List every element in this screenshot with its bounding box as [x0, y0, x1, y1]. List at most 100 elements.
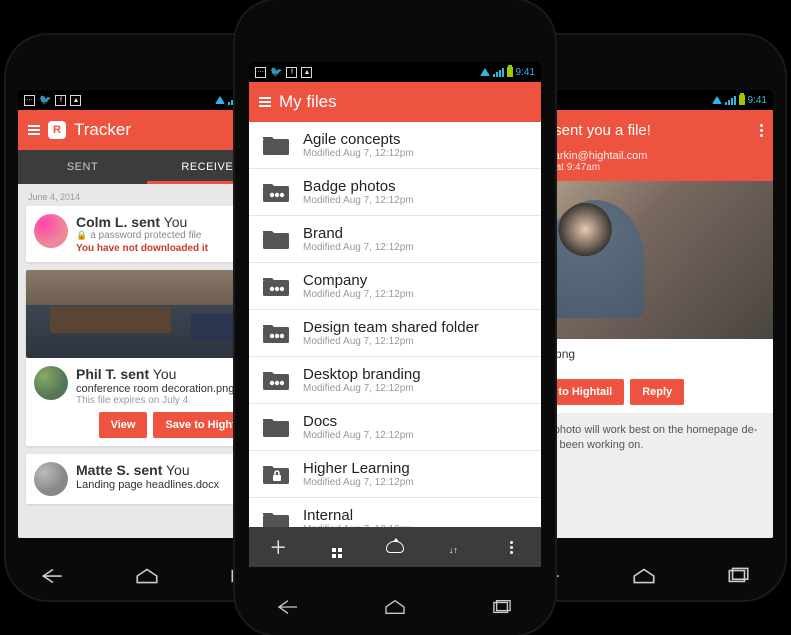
folder-modified: Modified Aug 7, 12:12pm — [303, 383, 421, 394]
card-expiry: This file expires on July 4 — [76, 395, 260, 406]
image-notif-icon: ▲ — [301, 67, 312, 78]
app-logo-icon: R — [48, 121, 66, 139]
status-time: 9:41 — [516, 67, 535, 78]
image-notif-icon: ▲ — [70, 95, 81, 106]
folder-item[interactable]: InternalModified Aug 7, 12:12pm — [249, 498, 541, 527]
tracker-card[interactable]: Matte S. sent You Landing page headlines… — [26, 454, 268, 504]
home-icon[interactable] — [134, 567, 160, 590]
folder-name: Docs — [303, 413, 414, 430]
folder-icon — [261, 321, 291, 345]
folder-item[interactable]: Higher LearningModified Aug 7, 12:12pm — [249, 451, 541, 498]
android-nav — [235, 598, 555, 621]
notification-icon: ⋯ — [24, 95, 35, 106]
folder-icon — [261, 509, 291, 527]
folder-item[interactable]: BrandModified Aug 7, 12:12pm — [249, 216, 541, 263]
folder-name: Company — [303, 272, 414, 289]
phone-files: ⋯ 🐦 f ▲ 9:41 My files Agile conceptsModi… — [235, 0, 555, 635]
twitter-icon: 🐦 — [39, 95, 51, 106]
wifi-icon — [712, 96, 722, 104]
tracker-card[interactable]: Colm L. sent You 🔒a password protected f… — [26, 206, 268, 262]
folder-item[interactable]: DocsModified Aug 7, 12:12pm — [249, 404, 541, 451]
folder-modified: Modified Aug 7, 12:12pm — [303, 477, 414, 488]
lock-icon: 🔒 — [76, 230, 87, 241]
menu-icon[interactable] — [259, 97, 271, 107]
menu-icon[interactable] — [28, 125, 40, 135]
folder-modified: Modified Aug 7, 12:12pm — [303, 148, 414, 159]
avatar — [34, 366, 68, 400]
file-thumbnail — [26, 270, 268, 358]
screen-files: ⋯ 🐦 f ▲ 9:41 My files Agile conceptsModi… — [249, 62, 541, 567]
recents-icon[interactable] — [725, 567, 751, 590]
folder-icon — [261, 368, 291, 392]
more-button[interactable] — [483, 541, 541, 554]
folder-modified: Modified Aug 7, 12:12pm — [303, 430, 414, 441]
folder-modified: Modified Aug 7, 12:12pm — [303, 289, 414, 300]
folder-name: Internal — [303, 507, 414, 524]
folder-item[interactable]: Badge photosModified Aug 7, 12:12pm — [249, 169, 541, 216]
folder-name: Agile concepts — [303, 131, 414, 148]
folder-icon — [261, 415, 291, 439]
folder-icon — [261, 274, 291, 298]
recents-icon[interactable] — [489, 598, 515, 621]
tracker-card[interactable]: Phil T. sent You conference room decorat… — [26, 270, 268, 446]
view-button[interactable]: View — [99, 412, 148, 438]
folder-name: Higher Learning — [303, 460, 414, 477]
folder-icon — [261, 462, 291, 486]
card-title: Phil T. sent You — [76, 366, 260, 382]
wifi-icon — [215, 96, 225, 104]
sender-email: colm.larkin@hightail.com — [525, 150, 763, 162]
facebook-icon: f — [286, 67, 297, 78]
home-icon[interactable] — [631, 567, 657, 590]
add-button[interactable]: ＋ — [249, 534, 307, 560]
card-title: Matte S. sent You — [76, 462, 219, 478]
reply-button[interactable]: Reply — [630, 379, 684, 405]
folder-item[interactable]: Desktop brandingModified Aug 7, 12:12pm — [249, 357, 541, 404]
home-icon[interactable] — [382, 598, 408, 621]
back-icon[interactable] — [40, 567, 66, 590]
battery-icon — [507, 67, 513, 77]
signal-icon — [493, 68, 504, 77]
file-size: B — [525, 361, 763, 373]
grid-view-button[interactable] — [307, 536, 365, 558]
more-icon[interactable] — [760, 124, 763, 137]
wifi-icon — [480, 68, 490, 76]
folder-icon — [261, 227, 291, 251]
folder-item[interactable]: Design team shared folderModified Aug 7,… — [249, 310, 541, 357]
signal-icon — [725, 96, 736, 105]
folder-name: Badge photos — [303, 178, 414, 195]
page-title: Tracker — [74, 120, 131, 140]
folder-modified: Modified Aug 7, 12:12pm — [303, 336, 479, 347]
card-warning: You have not downloaded it — [76, 243, 208, 254]
folder-icon — [261, 180, 291, 204]
folder-name: Brand — [303, 225, 414, 242]
bottom-toolbar: ＋ ↓↑ — [249, 527, 541, 567]
sort-button[interactable]: ↓↑ — [424, 537, 482, 558]
folder-item[interactable]: Agile conceptsModified Aug 7, 12:12pm — [249, 122, 541, 169]
notification-icon: ⋯ — [255, 67, 266, 78]
page-title: My files — [279, 92, 337, 112]
upload-button[interactable] — [366, 537, 424, 558]
folder-icon — [261, 133, 291, 157]
files-header: My files — [249, 82, 541, 122]
card-title: Colm L. sent You — [76, 214, 208, 230]
avatar — [34, 214, 68, 248]
folder-name: Desktop branding — [303, 366, 421, 383]
sent-time: , 2014 at 9:47am — [525, 162, 763, 173]
card-subline: 🔒a password protected file — [76, 230, 208, 241]
date-label: June 4, 2014 — [28, 192, 266, 202]
battery-icon — [739, 95, 745, 105]
avatar — [34, 462, 68, 496]
card-filename: Landing page headlines.docx — [76, 479, 219, 491]
back-icon[interactable] — [275, 598, 301, 621]
file-name: 5319.png — [525, 347, 763, 361]
folder-modified: Modified Aug 7, 12:12pm — [303, 242, 414, 253]
card-filename: conference room decoration.png — [76, 383, 260, 395]
tab-sent[interactable]: SENT — [18, 150, 147, 184]
twitter-icon: 🐦 — [270, 67, 282, 78]
folder-modified: Modified Aug 7, 12:12pm — [303, 195, 414, 206]
file-list[interactable]: Agile conceptsModified Aug 7, 12:12pmBad… — [249, 122, 541, 527]
status-bar: ⋯ 🐦 f ▲ 9:41 — [249, 62, 541, 82]
folder-item[interactable]: CompanyModified Aug 7, 12:12pm — [249, 263, 541, 310]
facebook-icon: f — [55, 95, 66, 106]
status-time: 9:41 — [748, 95, 767, 106]
